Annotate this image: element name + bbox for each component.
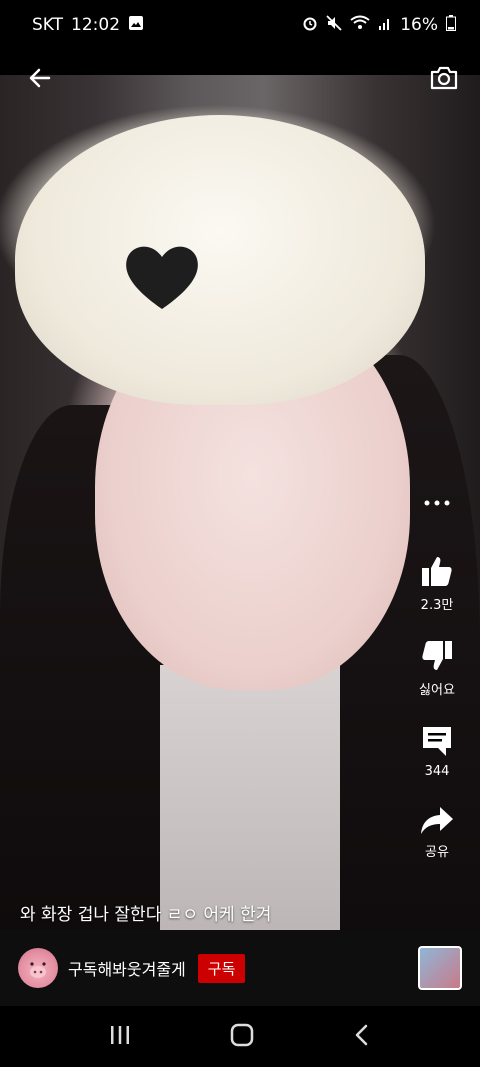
- video-shirt: [160, 665, 340, 930]
- comment-icon: [423, 727, 451, 756]
- subscribe-button[interactable]: 구독: [197, 953, 246, 983]
- clock: 12:02: [71, 15, 121, 35]
- chevron-left-icon: [355, 1024, 367, 1045]
- heart-patch-icon: [126, 246, 198, 309]
- mute-icon: [326, 14, 342, 36]
- battery-icon: [446, 14, 456, 36]
- like-button[interactable]: 2.3만: [420, 554, 454, 613]
- thumbs-up-icon: [422, 557, 452, 586]
- more-horizontal-icon: [424, 500, 450, 506]
- dislike-button[interactable]: 싫어요: [419, 639, 455, 698]
- pig-avatar-icon: [30, 962, 46, 978]
- sound-thumbnail[interactable]: [418, 946, 462, 990]
- channel-avatar[interactable]: [18, 948, 58, 988]
- recent-apps-icon: [111, 1025, 130, 1044]
- battery-percent: 16%: [400, 15, 438, 35]
- status-bar: SKT 12:02 16%: [0, 0, 480, 50]
- video-beret: [15, 115, 425, 405]
- home-button[interactable]: [229, 1022, 255, 1052]
- home-icon: [230, 1023, 254, 1046]
- back-button[interactable]: [22, 60, 58, 96]
- comment-button[interactable]: 344: [420, 724, 454, 779]
- video-caption[interactable]: 와 화장 겁나 잘한다 ㄹㅇ 어케 한겨: [20, 900, 271, 925]
- share-icon: [421, 807, 453, 834]
- recent-apps-button[interactable]: [108, 1024, 132, 1050]
- share-label: 공유: [425, 845, 449, 860]
- status-left: SKT 12:02: [32, 15, 144, 36]
- share-button[interactable]: 공유: [420, 805, 454, 860]
- alarm-icon: [302, 15, 318, 36]
- wifi-icon: [350, 15, 370, 36]
- thumbs-down-icon: [422, 641, 452, 670]
- back-nav-button[interactable]: [352, 1023, 372, 1051]
- gallery-notification-icon: [128, 15, 144, 36]
- side-actions: 2.3만 싫어요 344 공유: [412, 498, 462, 886]
- comment-count: 344: [424, 764, 450, 779]
- camera-icon: [430, 66, 458, 90]
- arrow-left-icon: [29, 68, 51, 88]
- carrier-label: SKT: [32, 15, 64, 35]
- camera-button[interactable]: [426, 60, 462, 96]
- channel-bar: 구독해봐웃겨줄게 구독: [0, 930, 480, 1006]
- top-bar: [0, 50, 480, 106]
- system-nav-bar: [0, 1006, 480, 1067]
- like-count: 2.3만: [420, 598, 454, 613]
- signal-icon: [378, 15, 392, 36]
- status-right: 16%: [302, 14, 456, 36]
- video-frame[interactable]: [0, 75, 480, 930]
- channel-name[interactable]: 구독해봐웃겨줄게: [68, 956, 186, 980]
- dislike-label: 싫어요: [419, 683, 455, 698]
- more-button[interactable]: [423, 498, 451, 508]
